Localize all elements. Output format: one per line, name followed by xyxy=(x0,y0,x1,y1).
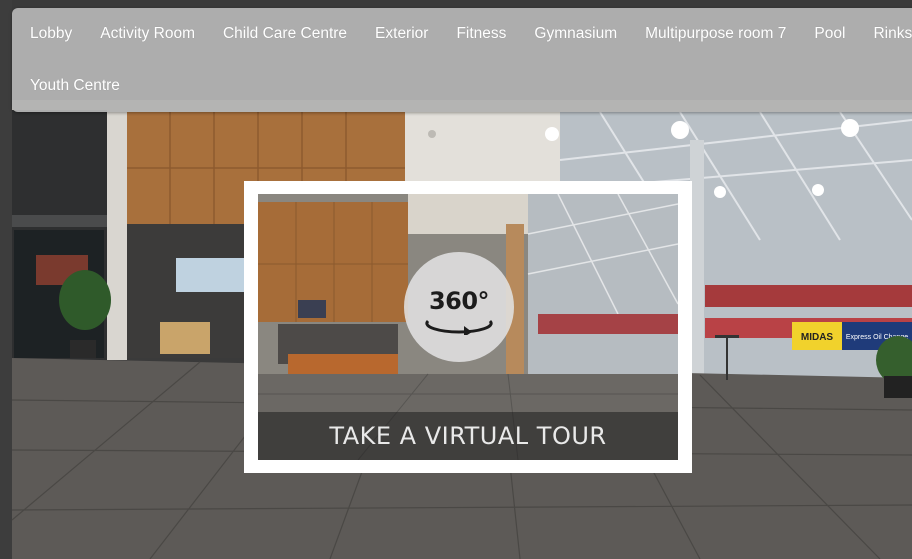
nav-item-gymnasium[interactable]: Gymnasium xyxy=(520,8,631,60)
nav-item-multipurpose-room-7[interactable]: Multipurpose room 7 xyxy=(631,8,800,60)
virtual-tour-banner: TAKE A VIRTUAL TOUR xyxy=(258,412,678,460)
room-nav-row-2: Youth Centre xyxy=(12,60,134,112)
nav-item-pool[interactable]: Pool xyxy=(800,8,859,60)
nav-item-youth-centre[interactable]: Youth Centre xyxy=(12,60,134,112)
360-label: 360° xyxy=(428,287,490,315)
nav-item-rinks[interactable]: Rinks xyxy=(859,8,912,60)
take-virtual-tour-label: TAKE A VIRTUAL TOUR xyxy=(329,422,607,450)
nav-item-child-care-centre[interactable]: Child Care Centre xyxy=(209,8,361,60)
virtual-tour-card[interactable]: 360° TAKE A VIRTUAL TOUR xyxy=(244,181,692,473)
nav-item-fitness[interactable]: Fitness xyxy=(442,8,520,60)
rotate-360-icon xyxy=(425,319,493,335)
nav-item-activity-room[interactable]: Activity Room xyxy=(86,8,209,60)
rink-sign-midas: MIDAS xyxy=(801,332,834,343)
room-nav-row-1: Lobby Activity Room Child Care Centre Ex… xyxy=(12,8,912,60)
virtual-tour-thumbnail[interactable]: 360° TAKE A VIRTUAL TOUR xyxy=(258,194,678,460)
nav-item-lobby[interactable]: Lobby xyxy=(12,8,86,60)
360-badge: 360° xyxy=(404,252,514,362)
room-navigation-bar: Lobby Activity Room Child Care Centre Ex… xyxy=(12,8,912,112)
nav-item-exterior[interactable]: Exterior xyxy=(361,8,442,60)
